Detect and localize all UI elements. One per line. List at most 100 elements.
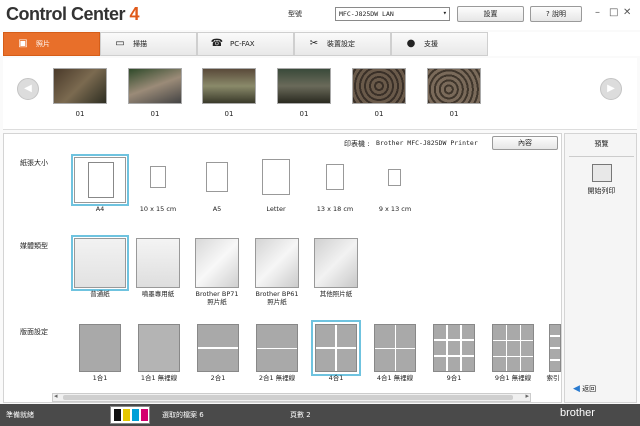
media-type-label: 媒體類型 [20, 242, 48, 250]
media-type-label-text: 普通紙 [90, 290, 110, 298]
thumbnail-label: 01 [299, 110, 309, 118]
layout-label-text: 1合1 無裡線 [140, 374, 178, 382]
printer-name: Brother MFC-J825DW Printer [376, 139, 478, 147]
help-label: 說明 [551, 10, 566, 18]
model-select[interactable]: MFC-J825DW LAN ▾ [335, 7, 450, 21]
layout-option-9in1[interactable] [433, 324, 475, 372]
paper-size-label-text: 10 x 15 cm [139, 205, 177, 213]
photo-icon: ▣ [18, 38, 28, 49]
fax-icon: ☎ [210, 38, 224, 49]
layout-label-text: 索引 [546, 374, 560, 382]
close-icon[interactable]: ✕ [623, 7, 631, 18]
ink-black [114, 409, 121, 421]
chevron-down-icon: ▾ [442, 9, 447, 17]
model-select-value: MFC-J825DW LAN [339, 10, 394, 18]
ink-level-icon[interactable] [110, 406, 150, 424]
selected-files-count: 選取的檔案 6 [162, 411, 204, 419]
person-icon: ● [406, 38, 416, 49]
action-panel: 預覽 開始列印 ◀ 返回 [564, 133, 637, 403]
paper-size-label-text: Letter [266, 205, 286, 213]
settings-button[interactable]: 設置 [457, 6, 524, 22]
photo-thumbnail[interactable] [352, 68, 406, 104]
print-options-panel: 印表機 : Brother MFC-J825DW Printer 內容 紙張大小… [3, 133, 562, 403]
printer-label: 印表機 : [344, 140, 370, 148]
layout-label-text: 9合1 無裡線 [494, 374, 532, 382]
status-bar: 準備就緒 選取的檔案 6 頁數 2 brother [0, 404, 640, 426]
back-button[interactable]: ◀ 返回 [573, 384, 596, 394]
start-print-button[interactable]: 開始列印 [565, 186, 638, 196]
divider [569, 156, 634, 157]
layout-option-2in1-borderless[interactable] [256, 324, 298, 372]
media-type-option[interactable] [314, 238, 358, 288]
layout-label-text: 2合1 [210, 374, 226, 382]
photo-thumbnail[interactable] [202, 68, 256, 104]
media-type-option[interactable] [195, 238, 239, 288]
maximize-icon[interactable]: □ [609, 7, 618, 18]
thumbnail-strip: ◀ 01 01 01 01 01 01 ▶ [3, 58, 637, 130]
title-bar: Control Center 4 型號 MFC-J825DW LAN ▾ 設置 … [0, 0, 640, 30]
paper-size-label-text: A5 [212, 205, 222, 213]
photo-thumbnail[interactable] [427, 68, 481, 104]
media-type-label-text: 噴墨專用紙 [141, 290, 175, 298]
media-type-label-text: Brother BP71 照片紙 [195, 290, 239, 306]
layout-option-4in1[interactable] [311, 320, 361, 376]
previous-arrow-icon[interactable]: ◀ [17, 78, 39, 100]
scroll-right-icon[interactable]: ▸ [525, 392, 529, 400]
horizontal-scrollbar[interactable]: ◂ ▸ [52, 392, 531, 402]
layout-option-9in1-borderless[interactable] [492, 324, 534, 372]
media-type-label-text: 其他照片紙 [319, 290, 353, 298]
layout-label-text: 9合1 [446, 374, 462, 382]
scan-icon: ▭ [115, 38, 125, 49]
photo-thumbnail[interactable] [277, 68, 331, 104]
thumbnail-label: 01 [374, 110, 384, 118]
control-center-window: Control Center 4 型號 MFC-J825DW LAN ▾ 設置 … [0, 0, 640, 426]
media-type-option[interactable] [71, 235, 129, 291]
tab-support[interactable]: ● 支援 [391, 32, 488, 56]
layout-option-1in1-borderless[interactable] [138, 324, 180, 372]
tab-pc-fax[interactable]: ☎ PC-FAX [197, 32, 294, 56]
printer-icon[interactable] [592, 164, 612, 182]
media-type-option[interactable] [136, 238, 180, 288]
thumbnail-label: 01 [224, 110, 234, 118]
scrollbar-thumb[interactable] [63, 395, 513, 400]
ink-yellow [123, 409, 130, 421]
status-text: 準備就緒 [6, 411, 34, 419]
paper-size-label-text: 13 x 18 cm [316, 205, 354, 213]
layout-option-4in1-borderless[interactable] [374, 324, 416, 372]
paper-size-option[interactable] [206, 162, 228, 192]
help-button[interactable]: ? 說明 [530, 6, 582, 22]
ink-magenta [141, 409, 148, 421]
layout-option-2in1[interactable] [197, 324, 239, 372]
preview-button[interactable]: 預覽 [565, 139, 638, 149]
thumbnail-label: 01 [75, 110, 85, 118]
paper-size-option[interactable] [262, 159, 290, 195]
minimize-icon[interactable]: – [595, 7, 600, 18]
layout-label: 版面設定 [20, 328, 48, 336]
photo-thumbnail[interactable] [128, 68, 182, 104]
layout-option-1in1[interactable] [79, 324, 121, 372]
paper-size-option[interactable] [326, 164, 344, 190]
paper-size-label: 紙張大小 [20, 159, 48, 167]
properties-button[interactable]: 內容 [492, 136, 558, 150]
thumbnail-label: 01 [449, 110, 459, 118]
layout-option-index[interactable] [549, 324, 561, 372]
paper-size-option[interactable] [150, 166, 166, 188]
layout-label-text: 4合1 [328, 374, 344, 382]
main-tabs: ▣ 照片 ▭ 掃描 ☎ PC-FAX ✂ 裝置設定 ● 支援 [0, 32, 640, 56]
layout-label-text: 2合1 無裡線 [258, 374, 296, 382]
media-type-option[interactable] [255, 238, 299, 288]
tab-scan[interactable]: ▭ 掃描 [100, 32, 197, 56]
thumbnail-label: 01 [150, 110, 160, 118]
paper-size-label-text: A4 [95, 205, 105, 213]
paper-size-option[interactable] [388, 169, 401, 186]
scroll-left-icon[interactable]: ◂ [54, 392, 58, 400]
tab-photo[interactable]: ▣ 照片 [3, 32, 100, 56]
ink-cyan [132, 409, 139, 421]
photo-thumbnail[interactable] [53, 68, 107, 104]
layout-label-text: 1合1 [92, 374, 108, 382]
paper-size-option[interactable] [71, 154, 129, 206]
app-logo: Control Center 4 [6, 4, 140, 24]
next-arrow-icon[interactable]: ▶ [600, 78, 622, 100]
paper-size-label-text: 9 x 13 cm [378, 205, 412, 213]
tab-device-settings[interactable]: ✂ 裝置設定 [294, 32, 391, 56]
